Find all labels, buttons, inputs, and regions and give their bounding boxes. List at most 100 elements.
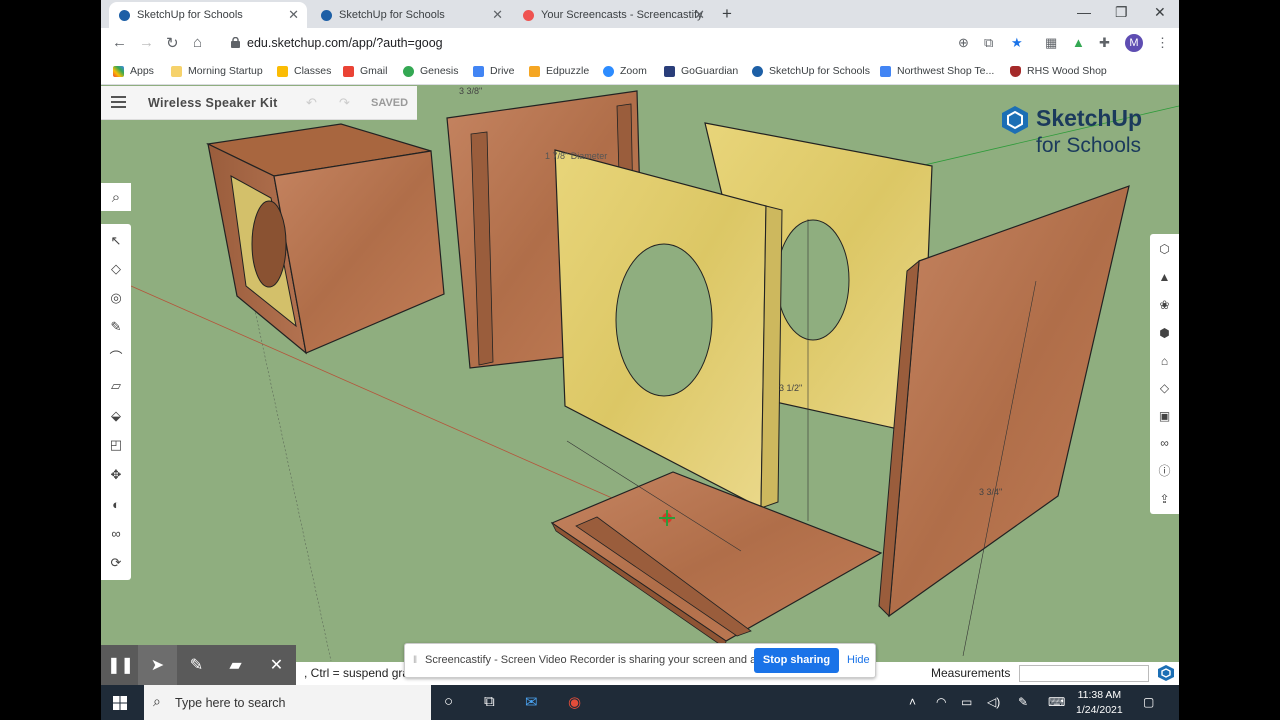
orbit-footprints-icon[interactable]: ∞	[107, 524, 125, 542]
eraser-icon[interactable]: ◇	[107, 260, 125, 278]
drag-handle-icon[interactable]: ‖	[413, 655, 417, 666]
tab-sketchup-2[interactable]: SketchUp for Schools ✕	[311, 2, 511, 28]
close-tab-icon[interactable]: ✕	[492, 7, 503, 23]
entity-info-icon[interactable]: ⬡	[1156, 240, 1173, 257]
translate-icon[interactable]: ⧉	[984, 35, 993, 51]
taskbar-clock[interactable]: 11:38 AM 1/24/2021	[1076, 688, 1123, 718]
cortana-icon[interactable]: ○	[444, 693, 453, 710]
info-icon[interactable]: ⓘ	[1156, 462, 1173, 479]
model-viewport[interactable]: 3 3/8" 1 7/8" Diameter 3 1/2" 3 3/4"	[101, 86, 1179, 661]
close-annotation-icon[interactable]: ✕	[257, 645, 296, 685]
mail-icon[interactable]: ✉	[525, 693, 538, 711]
export-icon[interactable]: ⇪	[1156, 490, 1173, 507]
pause-icon[interactable]: ❚❚	[101, 645, 140, 685]
redo-icon[interactable]: ↷	[339, 95, 350, 111]
menu-kebab-icon[interactable]: ⋮	[1156, 35, 1169, 51]
home-icon[interactable]: ⌂	[193, 34, 202, 51]
back-icon[interactable]: ←	[112, 34, 127, 51]
minimize-icon[interactable]: —	[1077, 4, 1091, 20]
saved-status: SAVED	[371, 97, 409, 109]
battery-icon[interactable]: ▭	[961, 695, 972, 709]
install-app-icon[interactable]: ⊕	[958, 35, 969, 51]
keyboard-icon[interactable]: ⌨	[1048, 695, 1065, 709]
reload-icon[interactable]: ↻	[166, 34, 179, 52]
drive-extension-icon[interactable]: ▲	[1072, 35, 1085, 50]
hamburger-menu-icon[interactable]	[111, 96, 126, 108]
zoom-icon	[603, 65, 614, 77]
tab-sketchup-1[interactable]: SketchUp for Schools ✕	[109, 2, 307, 28]
eraser-tool-icon[interactable]: ▰	[216, 645, 255, 685]
undo-icon[interactable]: ↶	[306, 95, 317, 111]
windows-taskbar: ⌕ Type here to search ○ ⧉ ✉ ◉ ˄ ◠ ▭ ◁) ✎…	[101, 685, 1179, 720]
folder-icon	[171, 65, 182, 77]
pen-workspace-icon[interactable]: ✎	[1018, 695, 1028, 709]
measurements-input[interactable]	[1019, 665, 1149, 682]
arc-icon[interactable]: ⌒	[107, 347, 125, 365]
close-window-icon[interactable]: ✕	[1154, 4, 1166, 21]
genesis-icon	[403, 65, 414, 77]
push-pull-icon[interactable]: ⬙	[107, 407, 125, 425]
bookmark-sketchup[interactable]: SketchUp for Schools	[752, 65, 870, 77]
close-tab-icon[interactable]: ✕	[694, 7, 705, 23]
extensions-puzzle-icon[interactable]: ✚	[1099, 35, 1110, 51]
tags-icon[interactable]: ◇	[1156, 379, 1173, 396]
orbit-icon[interactable]: ⟳	[107, 554, 125, 572]
components-icon[interactable]: ❀	[1156, 296, 1173, 313]
new-tab-icon[interactable]: +	[722, 4, 732, 24]
browser-toolbar: ← → ↻ ⌂ edu.sketchup.com/app/?auth=goog …	[101, 28, 1179, 59]
bookmark-zoom[interactable]: Zoom	[603, 65, 647, 77]
sketchup-icon	[752, 65, 763, 77]
bookmark-classes[interactable]: Classes	[277, 65, 331, 77]
cursor-tool-icon[interactable]: ➤	[138, 645, 177, 685]
screen: SketchUp for Schools ✕ SketchUp for Scho…	[101, 0, 1179, 720]
tape-measure-icon[interactable]: ◐	[107, 495, 125, 513]
address-bar[interactable]: edu.sketchup.com/app/?auth=goog	[219, 31, 1025, 56]
search-button[interactable]: ⌕	[101, 183, 131, 211]
bookmark-goguardian[interactable]: GoGuardian	[664, 65, 738, 77]
outliner-icon[interactable]: ⌂	[1156, 352, 1173, 369]
search-icon: ⌕	[111, 188, 121, 206]
taskbar-search-box[interactable]: ⌕ Type here to search	[144, 685, 431, 720]
hide-button[interactable]: Hide	[847, 654, 870, 666]
close-tab-icon[interactable]: ✕	[288, 7, 299, 23]
stop-sharing-button[interactable]: Stop sharing	[754, 648, 839, 673]
rectangle-icon[interactable]: ▱	[107, 377, 125, 395]
task-view-icon[interactable]: ⧉	[484, 693, 495, 710]
bookmark-northwest-shop[interactable]: Northwest Shop Te...	[880, 65, 994, 77]
bookmark-apps[interactable]: Apps	[113, 65, 154, 77]
scenes-icon[interactable]: ▣	[1156, 407, 1173, 424]
screen-share-notice: ‖ Screencastify - Screen Video Recorder …	[404, 643, 876, 678]
tab-strip: SketchUp for Schools ✕ SketchUp for Scho…	[101, 0, 1179, 28]
instructor-icon[interactable]: ▲	[1156, 268, 1173, 285]
chrome-icon[interactable]: ◉	[568, 693, 581, 711]
bookmark-gmail[interactable]: Gmail	[343, 65, 387, 77]
bottom-panel-grooved[interactable]	[550, 471, 883, 649]
bookmark-edpuzzle[interactable]: Edpuzzle	[529, 65, 589, 77]
offset-icon[interactable]: ◰	[107, 436, 125, 454]
move-icon[interactable]: ✥	[107, 466, 125, 484]
tab-screencastify[interactable]: Your Screencasts - Screencastify ✕	[513, 2, 713, 28]
foam-panel-front[interactable]	[554, 149, 783, 509]
bookmark-rhs-wood-shop[interactable]: RHS Wood Shop	[1010, 65, 1107, 77]
pencil-line-icon[interactable]: ✎	[107, 318, 125, 336]
select-icon[interactable]: ↖	[107, 232, 125, 250]
bookmark-genesis[interactable]: Genesis	[403, 65, 459, 77]
volume-icon[interactable]: ◁)	[987, 695, 1000, 709]
profile-avatar[interactable]: M	[1125, 34, 1143, 52]
windows-start-icon[interactable]	[113, 696, 127, 710]
restore-icon[interactable]: ❐	[1115, 4, 1128, 21]
notifications-icon[interactable]: ▢	[1143, 695, 1154, 709]
display-icon[interactable]: ∞	[1156, 434, 1173, 451]
materials-icon[interactable]: ⬢	[1156, 324, 1173, 341]
wifi-icon[interactable]: ◠	[936, 695, 946, 709]
dimension-label: 1 7/8" Diameter	[545, 151, 607, 161]
bookmark-morning-startup[interactable]: Morning Startup	[171, 65, 263, 77]
forward-icon[interactable]: →	[139, 34, 154, 51]
pen-tool-icon[interactable]: ✎	[177, 645, 216, 685]
speaker-box-assembly[interactable]	[205, 123, 445, 355]
extension-grid-icon[interactable]: ▦	[1045, 35, 1057, 51]
paint-bucket-icon[interactable]: ◎	[107, 289, 125, 307]
tray-overflow-icon[interactable]: ˄	[909, 695, 916, 709]
bookmark-drive[interactable]: Drive	[473, 65, 515, 77]
bookmark-star-icon[interactable]: ★	[1011, 35, 1023, 51]
